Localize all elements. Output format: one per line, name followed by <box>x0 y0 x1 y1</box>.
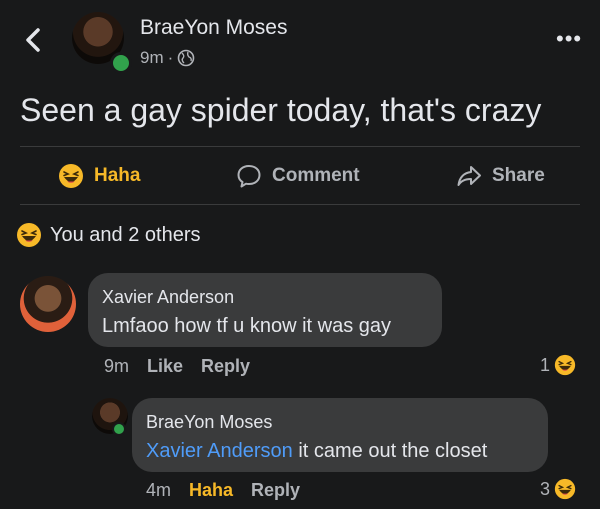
reply-body: it came out the closet <box>292 440 488 462</box>
online-status-dot <box>110 52 132 74</box>
reply-button[interactable]: Reply <box>251 480 300 501</box>
reply-time: 4m <box>146 480 172 500</box>
reply-author-name[interactable]: BraeYon Moses <box>146 412 272 433</box>
share-label: Share <box>492 165 545 186</box>
comment-time: 9m <box>104 356 130 376</box>
comment-button[interactable]: Comment <box>236 158 360 194</box>
post-text: Seen a gay spider today, that's crazy <box>20 92 542 128</box>
reply-reaction-count[interactable]: 3 <box>540 478 576 500</box>
more-options-icon[interactable]: ••• <box>556 28 582 50</box>
share-icon <box>457 166 481 186</box>
comment-icon <box>237 165 261 188</box>
reactions-summary-text: You and 2 others <box>50 223 201 246</box>
reply-bubble: BraeYon Moses Xavier Anderson it came ou… <box>132 398 548 472</box>
post-meta: 9m · <box>140 48 195 68</box>
haha-emoji-icon <box>17 223 41 247</box>
globe-icon <box>177 49 195 67</box>
online-status-dot <box>112 422 126 436</box>
reply-actions: 4m Haha Reply <box>146 480 300 501</box>
mention-link[interactable]: Xavier Anderson <box>146 440 293 462</box>
commenter-avatar[interactable] <box>20 276 76 332</box>
haha-label: Haha <box>94 165 141 186</box>
comment-label: Comment <box>272 165 360 186</box>
post-time[interactable]: 9m <box>140 48 164 68</box>
haha-reacted-button[interactable]: Haha <box>189 480 233 501</box>
comment-text: Lmfaoo how tf u know it was gay <box>102 315 392 337</box>
haha-emoji-icon <box>59 164 83 188</box>
divider <box>20 146 580 147</box>
comment-actions: 9m Like Reply <box>104 356 250 377</box>
meta-separator: · <box>167 48 174 67</box>
like-button[interactable]: Like <box>147 356 183 377</box>
commenter-name[interactable]: Xavier Anderson <box>102 287 234 308</box>
reply-button[interactable]: Reply <box>201 356 250 377</box>
reactions-summary[interactable]: You and 2 others <box>16 222 201 248</box>
haha-emoji-icon <box>554 478 576 500</box>
comment-bubble: Xavier Anderson Lmfaoo how tf u know it … <box>88 273 442 347</box>
haha-reaction-button[interactable]: Haha <box>58 158 140 194</box>
back-arrow-icon[interactable] <box>20 22 48 58</box>
reaction-count-value: 3 <box>540 478 551 499</box>
divider <box>20 204 580 205</box>
reaction-count-value: 1 <box>540 354 551 375</box>
share-button[interactable]: Share <box>456 158 545 194</box>
comment-reaction-count[interactable]: 1 <box>540 354 576 376</box>
author-name[interactable]: BraeYon Moses <box>140 16 287 40</box>
reply-text: Xavier Anderson it came out the closet <box>146 440 487 463</box>
haha-emoji-icon <box>554 354 576 376</box>
